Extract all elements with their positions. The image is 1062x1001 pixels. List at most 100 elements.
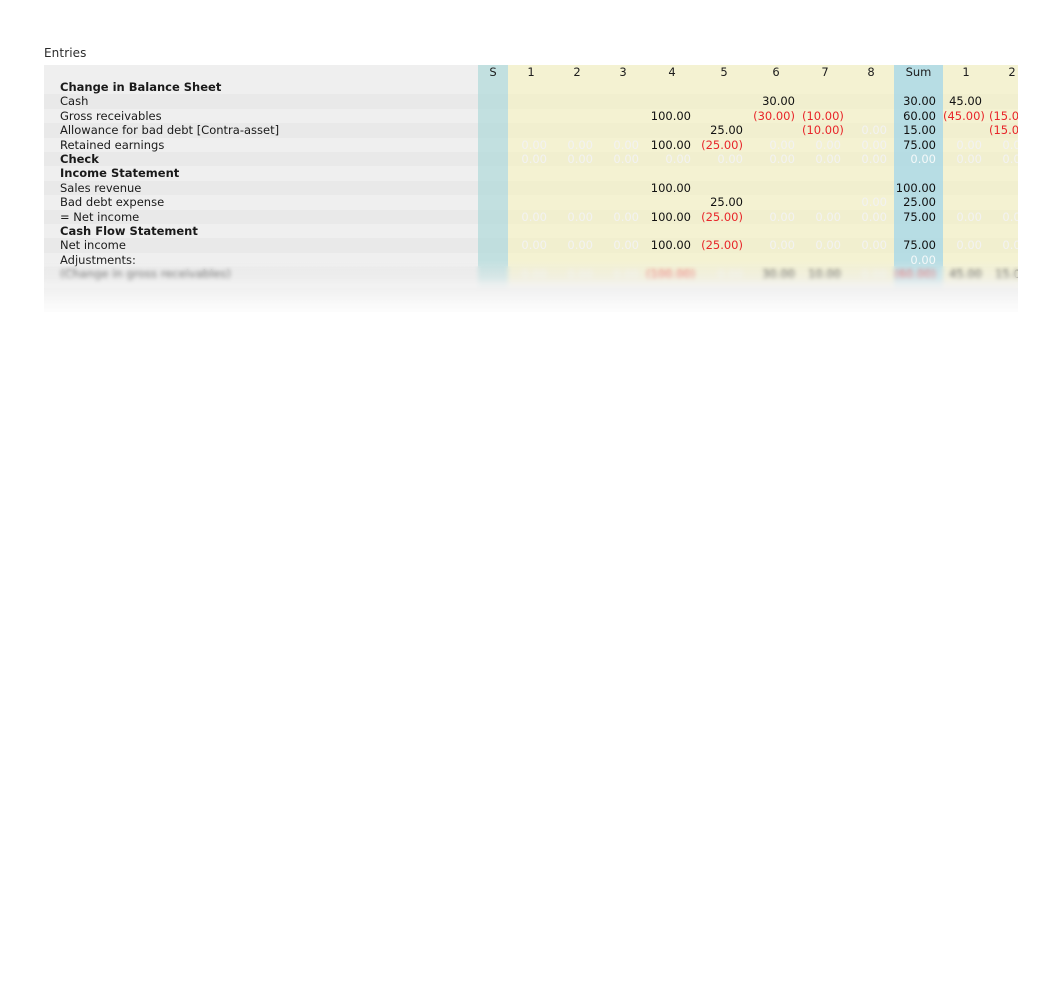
table-cell-e5[interactable]: 0.00 xyxy=(698,152,750,167)
table-cell-e5[interactable] xyxy=(698,80,750,95)
table-row[interactable]: Bad debt expense 25.00 0.00 25.00 xyxy=(44,195,1018,210)
table-cell-e8[interactable]: 0.00 xyxy=(848,123,894,138)
table-cell-s[interactable] xyxy=(478,195,508,210)
table-cell-e5[interactable]: (25.00) xyxy=(698,137,750,153)
table-cell-b1[interactable] xyxy=(943,123,989,138)
table-cell-e1[interactable] xyxy=(508,224,554,239)
table-cell-e8[interactable]: 0.00 xyxy=(848,195,894,210)
table-cell-e4[interactable]: 100.00 xyxy=(646,238,698,253)
table-cell-e8[interactable]: 0.00 xyxy=(848,209,894,225)
table-cell-e8[interactable] xyxy=(848,252,894,268)
table-cell-s[interactable] xyxy=(478,252,508,268)
table-cell-e2[interactable] xyxy=(554,80,600,95)
column-header-e5[interactable]: 5 xyxy=(698,65,750,80)
table-cell-sum[interactable]: 25.00 xyxy=(894,195,943,210)
table-cell-e7[interactable] xyxy=(802,195,848,210)
table-cell-e2[interactable]: 0.00 xyxy=(554,209,600,225)
column-header-label[interactable] xyxy=(44,65,478,80)
table-row[interactable]: Adjustments: 0.00 xyxy=(44,252,1018,268)
table-cell-e1[interactable] xyxy=(508,80,554,95)
table-cell-e6[interactable] xyxy=(750,224,802,239)
table-cell-e1[interactable] xyxy=(508,123,554,138)
column-header-e1[interactable]: 1 xyxy=(508,65,554,80)
table-cell-e3[interactable] xyxy=(600,224,646,239)
table-cell-b1[interactable]: 0.00 xyxy=(943,137,989,153)
column-header-e8[interactable]: 8 xyxy=(848,65,894,80)
table-cell-e2[interactable] xyxy=(554,252,600,268)
table-cell-e6[interactable]: 0.00 xyxy=(750,238,802,253)
entries-table[interactable]: S 1 2 3 4 5 6 7 8 Sum 1 2 Change in Balance Sheet Ca… xyxy=(44,65,1018,312)
table-cell-b1[interactable]: 0.00 xyxy=(943,238,989,253)
table-cell-e2[interactable]: 0.00 xyxy=(554,137,600,153)
table-cell-e2[interactable] xyxy=(554,94,600,109)
table-cell-s[interactable] xyxy=(478,166,508,181)
table-cell-b1[interactable] xyxy=(943,195,989,210)
table-cell-b2[interactable]: 0.00 xyxy=(989,209,1018,225)
column-header-b1[interactable]: 1 xyxy=(943,65,989,80)
table-cell-e5[interactable] xyxy=(698,166,750,181)
table-cell-sum[interactable] xyxy=(894,224,943,239)
table-cell-e7[interactable] xyxy=(802,180,848,196)
table-cell-e3[interactable] xyxy=(600,108,646,124)
table-cell-e4[interactable]: 100.00 xyxy=(646,209,698,225)
table-cell-sum[interactable]: 15.00 xyxy=(894,123,943,138)
table-cell-e3[interactable] xyxy=(600,94,646,109)
table-cell-e8[interactable] xyxy=(848,108,894,124)
table-cell-e5[interactable] xyxy=(698,252,750,268)
table-cell-e2[interactable] xyxy=(554,224,600,239)
table-cell-e6[interactable]: 0.00 xyxy=(750,152,802,167)
table-cell-e6[interactable] xyxy=(750,80,802,95)
table-cell-e7[interactable]: 0.00 xyxy=(802,137,848,153)
table-cell-b1[interactable] xyxy=(943,252,989,268)
table-cell-e7[interactable] xyxy=(802,252,848,268)
table-cell-e8[interactable] xyxy=(848,180,894,196)
column-header-e4[interactable]: 4 xyxy=(646,65,698,80)
table-cell-e2[interactable] xyxy=(554,195,600,210)
table-cell-e8[interactable] xyxy=(848,166,894,181)
table-cell-b2[interactable]: (15.00) xyxy=(989,123,1018,138)
table-cell-e2[interactable]: 0.00 xyxy=(554,238,600,253)
table-cell-e3[interactable]: 0.00 xyxy=(600,137,646,153)
table-cell-s[interactable] xyxy=(478,108,508,124)
table-cell-e5[interactable]: (25.00) xyxy=(698,238,750,253)
table-cell-e8[interactable] xyxy=(848,80,894,95)
table-cell-b1[interactable]: 45.00 xyxy=(943,94,989,109)
table-cell-sum[interactable]: 0.00 xyxy=(894,152,943,167)
table-cell-e1[interactable]: 0.00 xyxy=(508,137,554,153)
table-cell-b1[interactable] xyxy=(943,166,989,181)
table-cell-e6[interactable]: 30.00 xyxy=(750,94,802,109)
table-row[interactable]: Net income 0.00 0.00 0.00 100.00 (25.00) 0.00 0… xyxy=(44,238,1018,253)
table-cell-e3[interactable] xyxy=(600,180,646,196)
table-cell-b1[interactable]: 0.00 xyxy=(943,152,989,167)
table-row[interactable]: (Change in gross receivables) 0.00 0.00 0.0… xyxy=(44,267,1018,282)
table-cell-e8[interactable]: 0.00 xyxy=(848,267,894,282)
table-row[interactable]: Allowance for bad debt [Contra-asset] 25.… xyxy=(44,123,1018,138)
table-cell-e6[interactable] xyxy=(750,166,802,181)
column-header-e7[interactable]: 7 xyxy=(802,65,848,80)
table-cell-e4[interactable] xyxy=(646,80,698,95)
table-cell-e4[interactable] xyxy=(646,94,698,109)
column-header-b2[interactable]: 2 xyxy=(989,65,1018,80)
table-cell-s[interactable] xyxy=(478,123,508,138)
table-cell-e6[interactable] xyxy=(750,252,802,268)
table-cell-b2[interactable] xyxy=(989,252,1018,268)
table-cell-e3[interactable]: 0.00 xyxy=(600,238,646,253)
table-cell-e7[interactable] xyxy=(802,80,848,95)
table-cell-sum[interactable]: 0.00 xyxy=(894,252,943,268)
table-cell-b2[interactable] xyxy=(989,180,1018,196)
table-row[interactable]: Cash 30.00 30.00 45.00 xyxy=(44,94,1018,109)
table-cell-s[interactable] xyxy=(478,267,508,282)
table-cell-s[interactable] xyxy=(478,152,508,167)
table-cell-e4[interactable]: 100.00 xyxy=(646,137,698,153)
table-row[interactable]: Gross receivables 100.00 (30.00) (10.00) 60.… xyxy=(44,108,1018,124)
table-cell-b2[interactable]: 0.00 xyxy=(989,137,1018,153)
table-cell-b2[interactable] xyxy=(989,94,1018,109)
table-cell-e1[interactable]: 0.00 xyxy=(508,267,554,282)
table-cell-e5[interactable]: 25.00 xyxy=(698,195,750,210)
table-cell-sum[interactable] xyxy=(894,80,943,95)
table-cell-e2[interactable] xyxy=(554,123,600,138)
table-cell-e5[interactable]: (25.00) xyxy=(698,209,750,225)
table-cell-e7[interactable] xyxy=(802,224,848,239)
table-cell-e3[interactable] xyxy=(600,195,646,210)
table-cell-e7[interactable]: 0.00 xyxy=(802,238,848,253)
